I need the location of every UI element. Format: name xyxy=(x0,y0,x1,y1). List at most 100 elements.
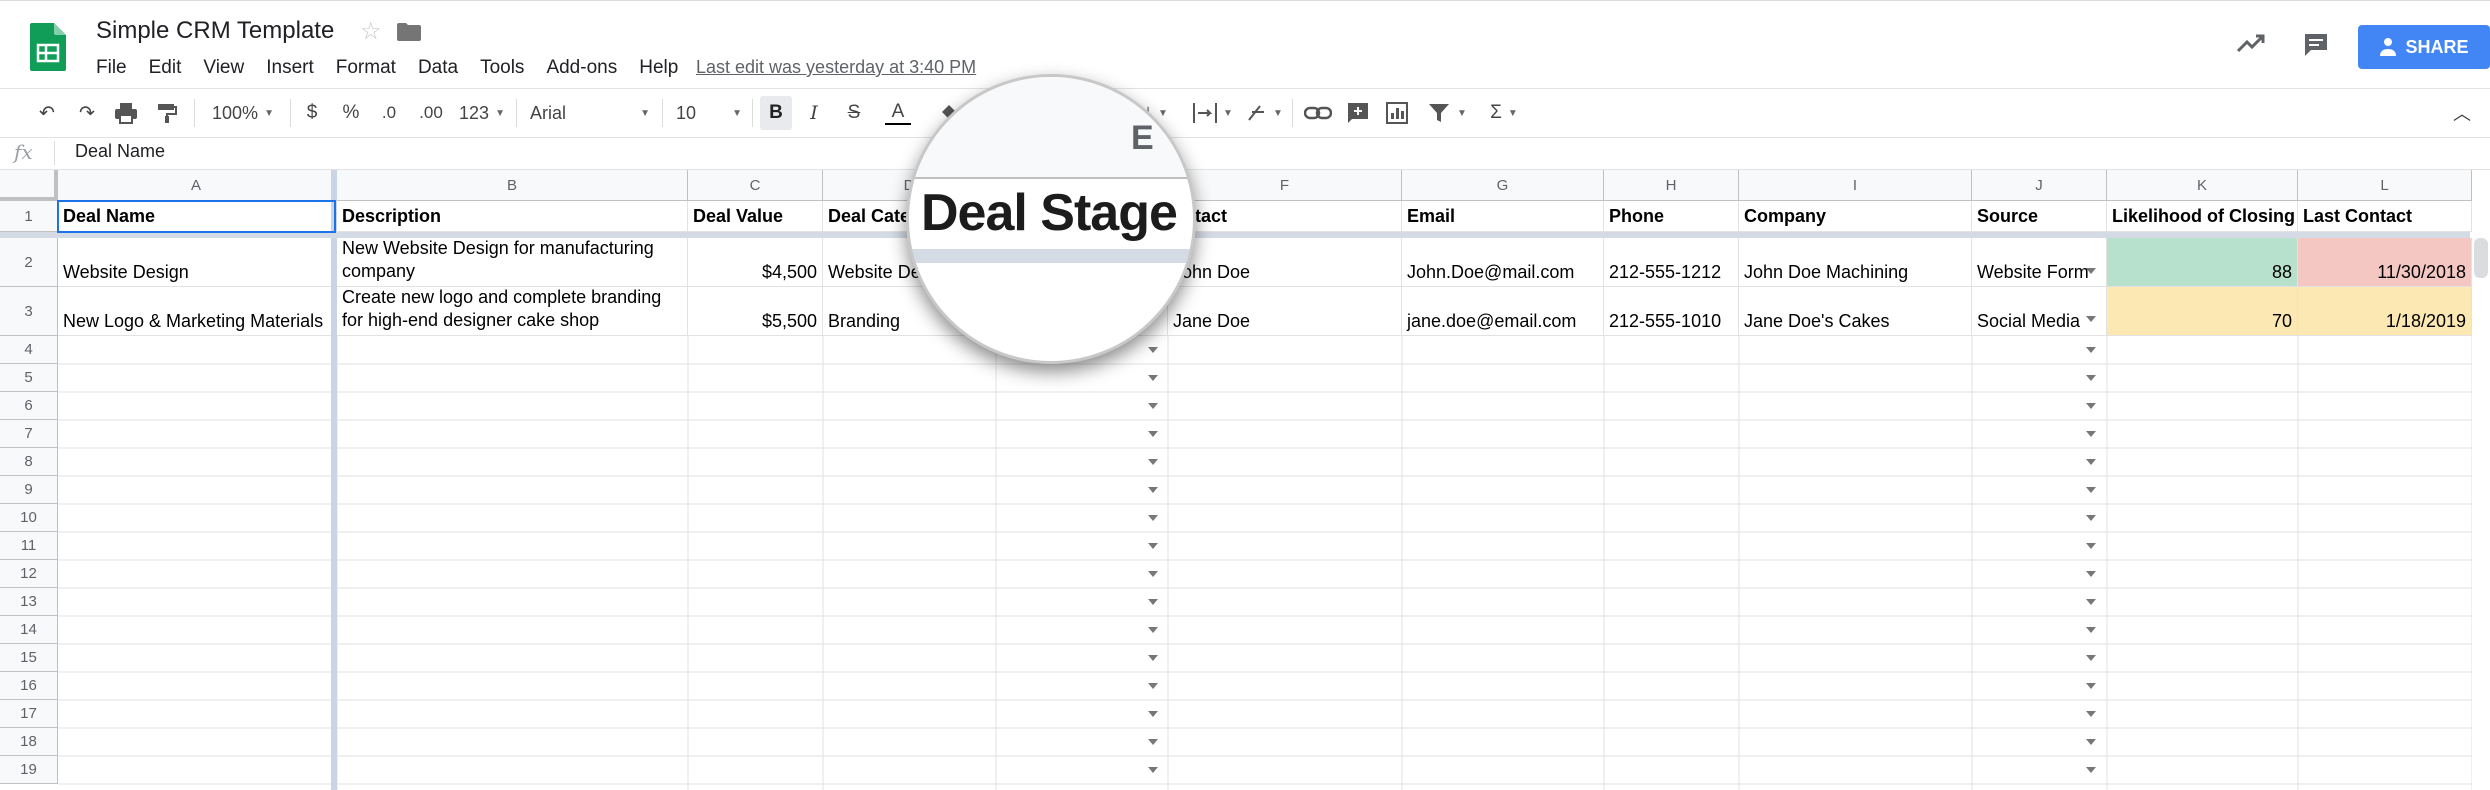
dropdown-arrow-icon[interactable] xyxy=(2086,627,2096,633)
cell-likelihood[interactable]: 70 xyxy=(2107,287,2298,336)
dropdown-arrow-icon[interactable] xyxy=(1148,347,1158,353)
column-header-l[interactable]: L xyxy=(2298,170,2472,201)
text-wrapping-icon[interactable] xyxy=(1192,101,1218,125)
chevron-down-icon[interactable]: ▼ xyxy=(1456,101,1468,125)
dropdown-arrow-icon[interactable] xyxy=(1148,459,1158,465)
header-likelihood[interactable]: Likelihood of Closing xyxy=(2107,201,2298,232)
row-header-4[interactable]: 4 xyxy=(0,336,58,364)
row-header-12[interactable]: 12 xyxy=(0,560,58,588)
cell-company[interactable]: John Doe Machining xyxy=(1739,238,1972,287)
frozen-row-divider[interactable] xyxy=(0,232,2470,238)
header-email[interactable]: Email xyxy=(1402,201,1604,232)
header-description[interactable]: Description xyxy=(337,201,688,232)
cell-deal-name[interactable]: Website Design xyxy=(58,238,335,287)
comment-icon[interactable] xyxy=(2302,31,2330,59)
italic-button[interactable]: I xyxy=(802,101,826,125)
dropdown-arrow-icon[interactable] xyxy=(2086,571,2096,577)
dropdown-arrow-icon[interactable] xyxy=(1148,627,1158,633)
dropdown-arrow-icon[interactable] xyxy=(2086,599,2096,605)
dropdown-arrow-icon[interactable] xyxy=(1148,515,1158,521)
cell-deal-value[interactable]: $5,500 xyxy=(688,287,823,336)
font-size-select[interactable]: 10 ▼ xyxy=(676,101,742,125)
folder-icon[interactable] xyxy=(397,23,421,41)
cell-deal-value[interactable]: $4,500 xyxy=(688,238,823,287)
dropdown-arrow-icon[interactable] xyxy=(1148,403,1158,409)
cell-contact[interactable]: John Doe xyxy=(1168,238,1402,287)
cell-description[interactable]: New Website Design for manufacturing com… xyxy=(337,238,688,287)
cell-description[interactable]: Create new logo and complete branding fo… xyxy=(337,287,688,336)
cell-email[interactable]: jane.doe@email.com xyxy=(1402,287,1604,336)
menu-help[interactable]: Help xyxy=(639,57,678,79)
last-edit-link[interactable]: Last edit was yesterday at 3:40 PM xyxy=(696,57,976,78)
column-header-k[interactable]: K xyxy=(2107,170,2298,201)
dropdown-arrow-icon[interactable] xyxy=(2086,683,2096,689)
dropdown-arrow-icon[interactable] xyxy=(2086,459,2096,465)
redo-icon[interactable]: ↷ xyxy=(74,101,100,125)
collapse-toolbar-icon[interactable]: ︿ xyxy=(2450,101,2474,125)
share-button[interactable]: SHARE xyxy=(2358,25,2490,69)
menu-tools[interactable]: Tools xyxy=(480,57,524,79)
chevron-down-icon[interactable]: ▼ xyxy=(1272,101,1284,125)
more-formats-button[interactable]: 123 ▼ xyxy=(456,101,508,125)
row-header-1[interactable]: 1 xyxy=(0,201,58,232)
menu-insert[interactable]: Insert xyxy=(266,57,314,79)
cell-source[interactable]: Social Media xyxy=(1972,287,2107,336)
cell-last-contact[interactable]: 1/18/2019 xyxy=(2298,287,2472,336)
text-color-button[interactable]: A xyxy=(884,101,912,125)
dropdown-arrow-icon[interactable] xyxy=(1148,711,1158,717)
row-header-8[interactable]: 8 xyxy=(0,448,58,476)
column-header-f[interactable]: F xyxy=(1168,170,1402,201)
activity-trend-icon[interactable] xyxy=(2236,31,2266,55)
vertical-scrollbar[interactable] xyxy=(2474,238,2488,278)
frozen-column-divider[interactable] xyxy=(331,170,337,790)
currency-format-button[interactable]: $ xyxy=(302,101,322,125)
dropdown-arrow-icon[interactable] xyxy=(2086,655,2096,661)
dropdown-arrow-icon[interactable] xyxy=(2086,543,2096,549)
row-header-16[interactable]: 16 xyxy=(0,672,58,700)
menu-data[interactable]: Data xyxy=(418,57,458,79)
dropdown-arrow-icon[interactable] xyxy=(1148,683,1158,689)
column-header-b[interactable]: B xyxy=(337,170,688,201)
dropdown-arrow-icon[interactable] xyxy=(1148,571,1158,577)
dropdown-arrow-icon[interactable] xyxy=(1148,375,1158,381)
menu-file[interactable]: File xyxy=(96,57,127,79)
row-header-7[interactable]: 7 xyxy=(0,420,58,448)
row-header-19[interactable]: 19 xyxy=(0,756,58,784)
zoom-select[interactable]: 100% ▼ xyxy=(210,101,276,125)
dropdown-arrow-icon[interactable] xyxy=(2086,268,2096,274)
dropdown-arrow-icon[interactable] xyxy=(2086,739,2096,745)
row-header-14[interactable]: 14 xyxy=(0,616,58,644)
row-header-17[interactable]: 17 xyxy=(0,700,58,728)
filter-icon[interactable] xyxy=(1428,101,1450,125)
row-header-2[interactable]: 2 xyxy=(0,238,58,287)
sheets-logo-icon[interactable] xyxy=(30,23,66,71)
cell-phone[interactable]: 212-555-1212 xyxy=(1604,238,1739,287)
dropdown-arrow-icon[interactable] xyxy=(1148,599,1158,605)
header-deal-value[interactable]: Deal Value xyxy=(688,201,823,232)
font-family-select[interactable]: Arial ▼ xyxy=(530,101,650,125)
cell-source[interactable]: Website Form xyxy=(1972,238,2107,287)
menu-addons[interactable]: Add-ons xyxy=(546,57,617,79)
dropdown-arrow-icon[interactable] xyxy=(2086,487,2096,493)
row-header-15[interactable]: 15 xyxy=(0,644,58,672)
column-header-h[interactable]: H xyxy=(1604,170,1739,201)
dropdown-arrow-icon[interactable] xyxy=(2086,375,2096,381)
dropdown-arrow-icon[interactable] xyxy=(1148,431,1158,437)
paint-format-icon[interactable] xyxy=(156,101,178,125)
strikethrough-button[interactable]: S xyxy=(842,101,866,125)
cell-last-contact[interactable]: 11/30/2018 xyxy=(2298,238,2472,287)
menu-edit[interactable]: Edit xyxy=(149,57,182,79)
insert-comment-icon[interactable] xyxy=(1346,101,1370,125)
dropdown-arrow-icon[interactable] xyxy=(1148,767,1158,773)
header-phone[interactable]: Phone xyxy=(1604,201,1739,232)
percent-format-button[interactable]: % xyxy=(340,101,362,125)
column-header-a[interactable]: A xyxy=(58,170,335,201)
row-header-10[interactable]: 10 xyxy=(0,504,58,532)
header-company[interactable]: Company xyxy=(1739,201,1972,232)
star-icon[interactable]: ☆ xyxy=(360,17,382,46)
dropdown-arrow-icon[interactable] xyxy=(1148,543,1158,549)
column-header-g[interactable]: G xyxy=(1402,170,1604,201)
cell-deal-name[interactable]: New Logo & Marketing Materials xyxy=(58,287,335,336)
column-header-c[interactable]: C xyxy=(688,170,823,201)
column-header-j[interactable]: J xyxy=(1972,170,2107,201)
